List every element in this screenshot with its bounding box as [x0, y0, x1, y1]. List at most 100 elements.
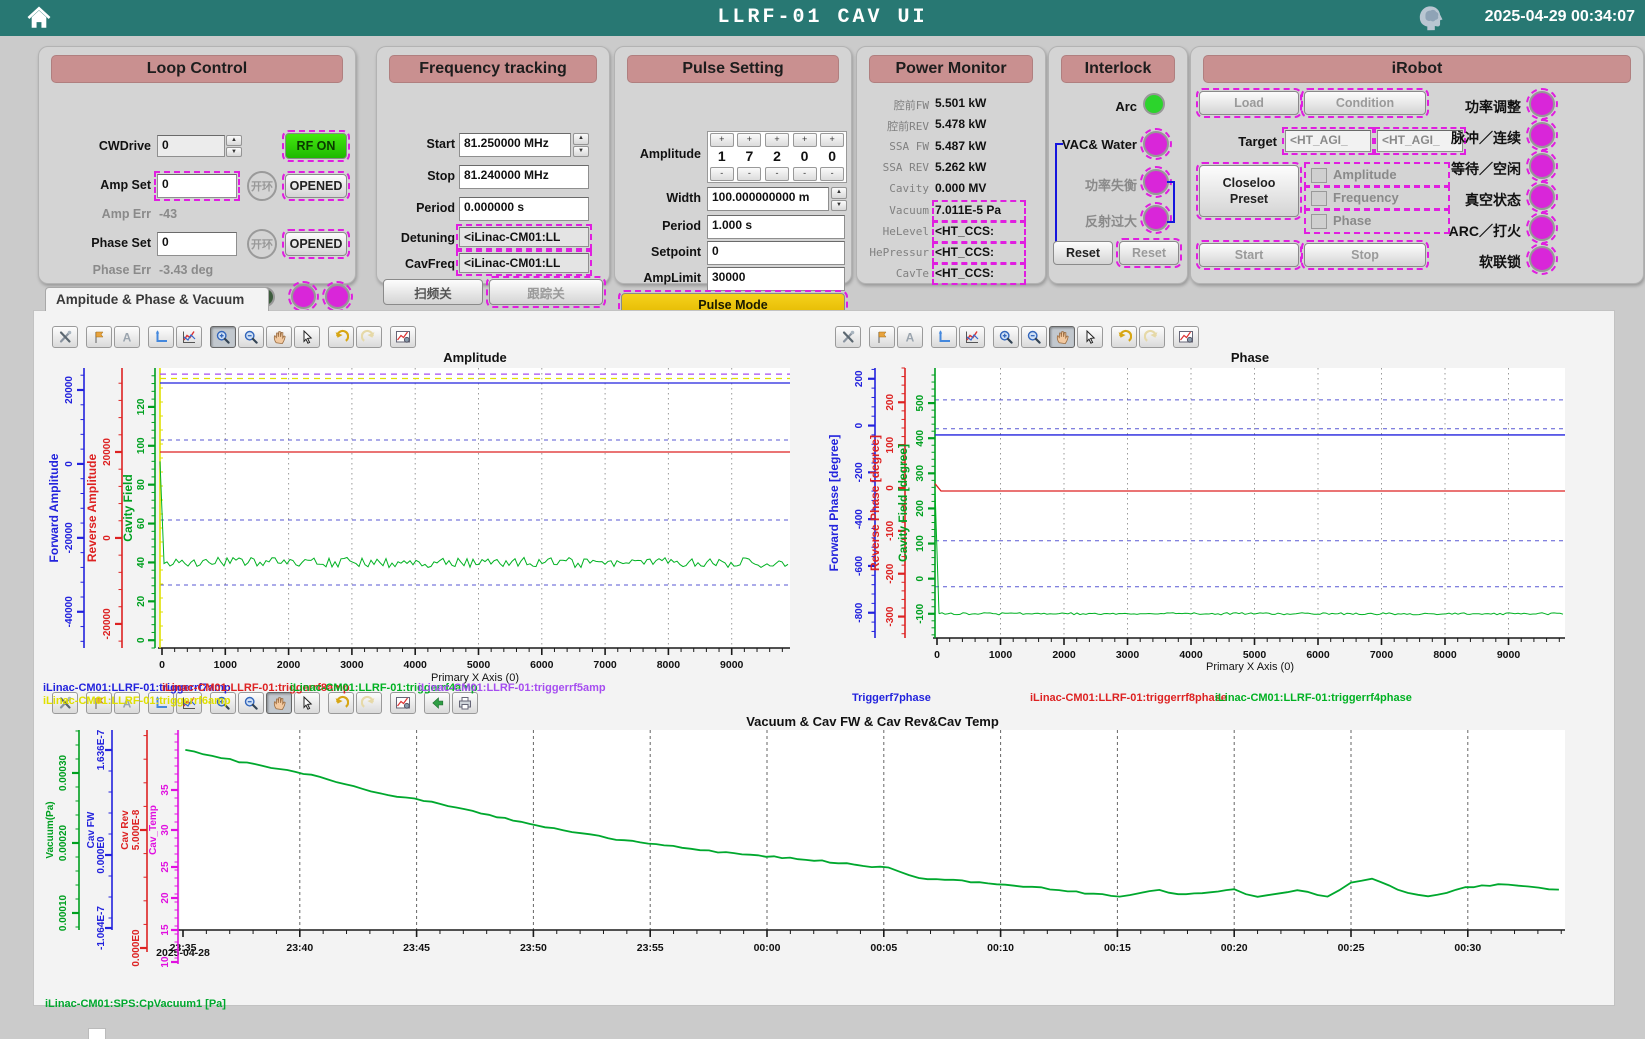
- redo-button[interactable]: [356, 326, 382, 348]
- configure-graph-button[interactable]: [835, 326, 861, 348]
- svg-text:100: 100: [885, 436, 896, 453]
- spin-up-icon[interactable]: ▲: [831, 187, 847, 199]
- freq-stop-field[interactable]: 81.240000 MHz: [459, 165, 589, 189]
- pan-button[interactable]: [266, 692, 292, 714]
- vacuum-chart[interactable]: Vacuum & Cav FW & Cav Rev&Cav Temp23:352…: [45, 716, 1572, 978]
- svg-text:Cav Rev: Cav Rev: [120, 810, 131, 850]
- digit-minus-button[interactable]: -: [820, 167, 844, 181]
- pulse-amplimit-field[interactable]: 30000: [707, 267, 845, 291]
- pulse-period-field[interactable]: 1.000 s: [707, 215, 845, 239]
- phase-plot-svg[interactable]: Phase01000200030004000500060007000800090…: [828, 352, 1570, 688]
- interlock-left-bracket: [1055, 143, 1057, 247]
- spin-down-icon[interactable]: ▼: [831, 200, 847, 212]
- spin-down-icon[interactable]: ▼: [226, 147, 242, 158]
- amplitude-chart[interactable]: Amplitude0100020003000400050006000700080…: [45, 352, 803, 688]
- freq-detuning-field[interactable]: <iLinac-CM01:LL: [459, 227, 589, 247]
- digit-plus-button[interactable]: +: [765, 133, 789, 147]
- interlock-led: [1143, 205, 1169, 231]
- cwdrive-input[interactable]: 0: [157, 135, 225, 157]
- rf-on-button[interactable]: RF ON: [285, 133, 347, 159]
- cwdrive-spinner[interactable]: ▲ ▼: [226, 135, 242, 157]
- pointer-button[interactable]: [294, 326, 320, 348]
- zoom-out-button[interactable]: [1021, 326, 1047, 348]
- annotate-button[interactable]: [86, 326, 112, 348]
- digit-plus-button[interactable]: +: [793, 133, 817, 147]
- svg-text:A: A: [906, 331, 915, 345]
- svg-text:-200: -200: [885, 563, 896, 583]
- zoom-in-button[interactable]: [993, 326, 1019, 348]
- pan-button[interactable]: [1049, 326, 1075, 348]
- svg-text:Forward Amplitude: Forward Amplitude: [47, 453, 61, 562]
- track-off-button[interactable]: 跟踪关: [489, 279, 603, 305]
- save-snapshot-button[interactable]: [390, 326, 416, 348]
- freq-start-field[interactable]: 81.250000 MHz: [459, 133, 571, 157]
- irobot-load-button[interactable]: Load: [1199, 91, 1299, 115]
- toggle-axes-button[interactable]: [931, 326, 957, 348]
- vacuum-plot-svg[interactable]: Vacuum & Cav FW & Cav Rev&Cav Temp23:352…: [45, 716, 1572, 978]
- interlock-reset-button[interactable]: Reset: [1053, 241, 1113, 265]
- save-snapshot-button[interactable]: [1173, 326, 1199, 348]
- print-button[interactable]: [452, 692, 478, 714]
- tab-amplitude-phase-vacuum[interactable]: Ampitude & Phase & Vacuum: [45, 287, 269, 311]
- freq-period-field[interactable]: 0.000000 s: [459, 197, 589, 221]
- svg-text:0: 0: [136, 637, 147, 643]
- phase-open-loop-button[interactable]: 开环: [247, 229, 277, 259]
- power-row-value: 5.478 kW: [935, 117, 986, 131]
- spin-down-icon[interactable]: ▼: [573, 146, 589, 158]
- undo-button[interactable]: [328, 692, 354, 714]
- previous-view-button[interactable]: [424, 692, 450, 714]
- amplitude-plot-svg[interactable]: Amplitude0100020003000400050006000700080…: [45, 352, 803, 688]
- pan-button[interactable]: [266, 326, 292, 348]
- zoom-out-button[interactable]: [238, 326, 264, 348]
- annotate-button[interactable]: [869, 326, 895, 348]
- interlock-right-bracket-bottom: [1167, 221, 1175, 223]
- spin-up-icon[interactable]: ▲: [226, 135, 242, 146]
- pulse-row-label: Width: [617, 191, 701, 205]
- toggle-axes-button[interactable]: [148, 326, 174, 348]
- digit-minus-button[interactable]: -: [737, 167, 761, 181]
- configure-graph-button[interactable]: [52, 326, 78, 348]
- digit-plus-button[interactable]: +: [820, 133, 844, 147]
- amp-opened-button[interactable]: OPENED: [285, 174, 347, 198]
- amp-set-input[interactable]: 0: [157, 174, 237, 198]
- toggle-traces-button[interactable]: [959, 326, 985, 348]
- pulse-setpoint-field[interactable]: 0: [707, 241, 845, 265]
- pointer-button[interactable]: [294, 692, 320, 714]
- autoscale-button[interactable]: A: [897, 326, 923, 348]
- zoom-out-button[interactable]: [238, 692, 264, 714]
- svg-text:500: 500: [915, 394, 926, 411]
- power-row-label: CavTe: [859, 267, 929, 280]
- sweep-off-button[interactable]: 扫频关: [383, 279, 483, 305]
- phase-set-input[interactable]: 0: [157, 232, 237, 256]
- irobot-closeloop-preset-button[interactable]: Closeloo Preset: [1199, 165, 1299, 217]
- undo-button[interactable]: [1111, 326, 1137, 348]
- svg-text:120: 120: [136, 398, 147, 415]
- save-snapshot-button[interactable]: [390, 692, 416, 714]
- pulse-width-field[interactable]: 100.000000000 m: [707, 187, 829, 211]
- freq-start-spinner[interactable]: ▲▼: [573, 133, 589, 157]
- interlock-reset-disabled-button[interactable]: Reset: [1119, 241, 1179, 265]
- amp-open-loop-button[interactable]: 开环: [247, 171, 277, 201]
- closeloop-line-2: Preset: [1230, 191, 1268, 207]
- undo-button[interactable]: [328, 326, 354, 348]
- toggle-traces-button[interactable]: [176, 326, 202, 348]
- irobot-start-button[interactable]: Start: [1199, 243, 1299, 267]
- freq-cavfreq-field[interactable]: <iLinac-CM01:LL: [459, 253, 589, 273]
- pointer-button[interactable]: [1077, 326, 1103, 348]
- zoom-in-button[interactable]: [210, 326, 236, 348]
- pan-icon: [271, 695, 287, 711]
- toggle-traces-icon: [181, 329, 197, 345]
- digit-minus-button[interactable]: -: [710, 167, 734, 181]
- spin-up-icon[interactable]: ▲: [573, 133, 589, 145]
- digit-minus-button[interactable]: -: [793, 167, 817, 181]
- digit-plus-button[interactable]: +: [737, 133, 761, 147]
- digit-minus-button[interactable]: -: [765, 167, 789, 181]
- phase-chart[interactable]: Phase01000200030004000500060007000800090…: [828, 352, 1570, 688]
- redo-button[interactable]: [1139, 326, 1165, 348]
- phase-opened-button[interactable]: OPENED: [285, 232, 347, 256]
- pulse-width-spinner[interactable]: ▲▼: [831, 187, 847, 211]
- save-snapshot-icon: [395, 695, 411, 711]
- digit-plus-button[interactable]: +: [710, 133, 734, 147]
- autoscale-button[interactable]: A: [114, 326, 140, 348]
- redo-button[interactable]: [356, 692, 382, 714]
